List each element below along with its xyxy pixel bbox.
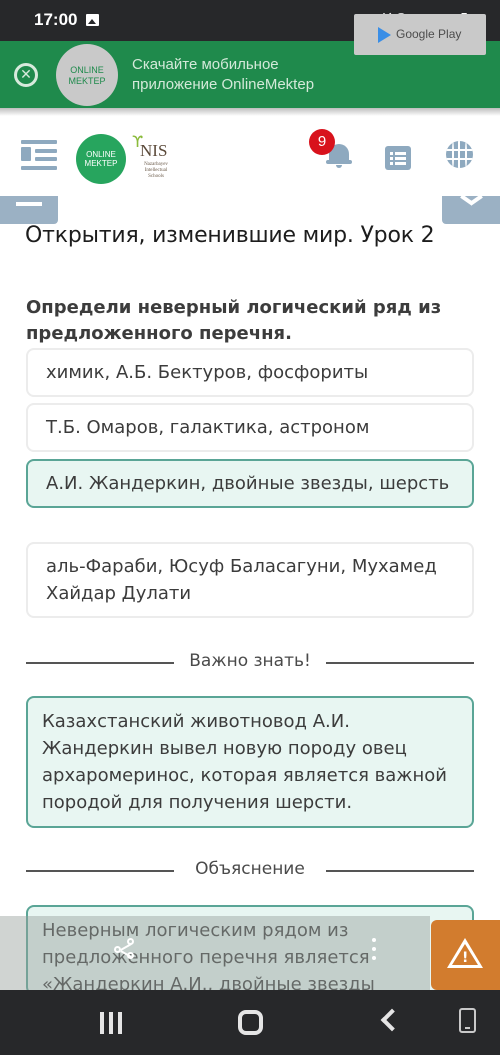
home-icon[interactable] [238, 1010, 263, 1035]
image-icon [86, 14, 99, 26]
answer-option-label: химик, А.Б. Бектуров, фосфориты [46, 362, 369, 383]
nis-title: NIS [140, 141, 168, 160]
banner-shadow [0, 108, 500, 116]
banner-text-line2: приложение OnlineMektep [132, 76, 315, 93]
more-options-icon[interactable] [372, 938, 376, 962]
logo-text-line2: MEKTEP [68, 76, 106, 86]
banner-text-line1: Скачайте мобильное [132, 56, 279, 73]
collapse-tab-button[interactable] [0, 196, 58, 224]
report-problem-button[interactable]: ! [431, 920, 500, 990]
important-heading: Важно знать! [189, 651, 311, 671]
google-play-button[interactable]: Google Play [354, 14, 486, 55]
google-play-icon [378, 27, 391, 43]
top-nav: ONLINE MEKTEP ϒ NIS Nazarbayev Intellect… [0, 116, 500, 196]
answer-option[interactable]: химик, А.Б. Бектуров, фосфориты [26, 348, 474, 397]
answer-option[interactable]: аль-Фараби, Юсуф Баласагуни, Мухамед Хай… [26, 542, 474, 618]
notification-badge: 9 [309, 129, 335, 155]
banner-text: Скачайте мобильное приложение OnlineMekt… [132, 55, 314, 95]
minus-icon [16, 202, 42, 206]
logo-text-line1: ONLINE [70, 65, 104, 75]
answer-option-label: А.И. Жандеркин, двойные звезды, шерсть [46, 473, 450, 494]
system-nav-bar [0, 990, 500, 1055]
google-play-label: Google Play [396, 27, 462, 41]
close-banner-button[interactable]: ✕ [14, 63, 38, 87]
back-icon[interactable] [380, 1008, 404, 1032]
answer-option-selected[interactable]: А.И. Жандеркин, двойные звезды, шерсть [26, 459, 474, 508]
answer-option-label: Т.Б. Омаров, галактика, астроном [46, 417, 370, 438]
important-divider: Важно знать! [26, 651, 474, 673]
important-text: Казахстанский животновод А.И. Жандеркин … [42, 711, 447, 813]
answer-option-label: аль-Фараби, Юсуф Баласагуни, Мухамед Хай… [46, 556, 437, 604]
nis-logo: ϒ NIS Nazarbayev Intellectual Schools [130, 132, 180, 182]
nis-subtitle: Nazarbayev Intellectual Schools [144, 162, 168, 179]
explanation-heading: Объяснение [195, 859, 305, 879]
list-icon[interactable] [385, 146, 411, 170]
language-globe-icon[interactable] [446, 141, 473, 168]
screenshot-toolbar-overlay [0, 916, 430, 990]
explanation-divider: Объяснение [26, 859, 474, 881]
share-icon[interactable] [114, 938, 138, 962]
rotate-screen-icon[interactable] [459, 1008, 476, 1033]
recents-icon[interactable] [100, 1012, 124, 1034]
answer-option[interactable]: Т.Б. Омаров, галактика, астроном [26, 403, 474, 452]
menu-toggle-icon[interactable] [21, 140, 57, 170]
onlinemektep-logo[interactable]: ONLINE MEKTEP [76, 134, 126, 184]
close-icon: ✕ [20, 67, 32, 83]
important-info-box: Казахстанский животновод А.И. Жандеркин … [26, 696, 474, 828]
onlinemektep-logo: ONLINE MEKTEP [56, 44, 118, 106]
status-time: 17:00 [34, 10, 78, 29]
logo-text-line2: MEKTEP [84, 159, 118, 168]
logo-text-line1: ONLINE [86, 150, 116, 159]
lesson-title: Открытия, изменившие мир. Урок 2 [25, 223, 435, 248]
question-text: Определи неверный логический ряд из пред… [26, 297, 442, 344]
close-tab-button[interactable] [442, 194, 500, 224]
